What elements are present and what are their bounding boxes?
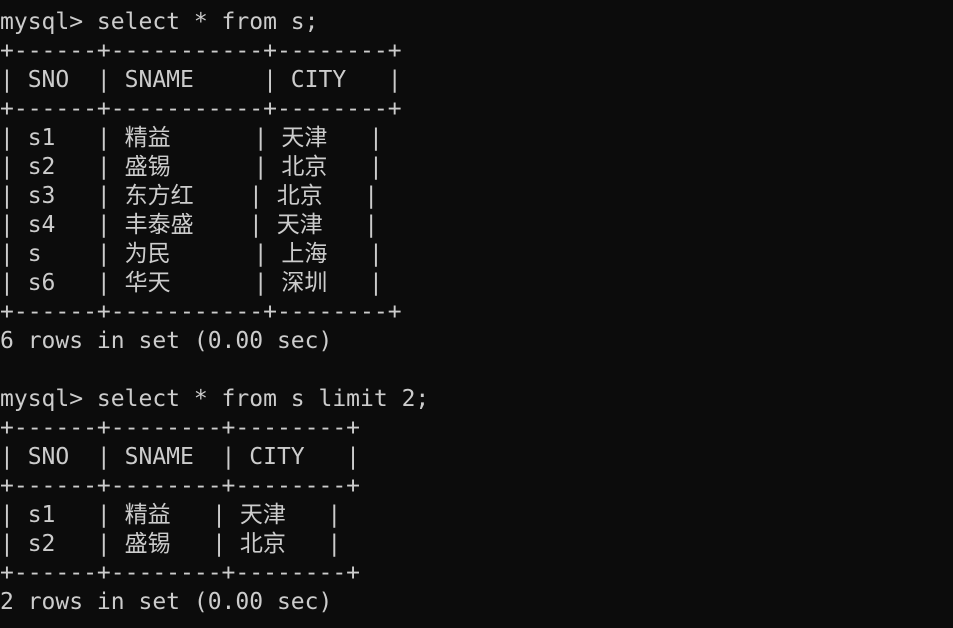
table-border-bottom: +------+--------+--------+: [0, 560, 361, 586]
command-line: mysql> select * from s;: [0, 9, 319, 35]
table-header: | SNO | SNAME | CITY |: [0, 444, 361, 470]
table-border-top: +------+-----------+--------+: [0, 38, 402, 64]
table-row: | s6 | 华天 | 深圳 |: [0, 270, 383, 296]
table-row: | s3 | 东方红 | 北京 |: [0, 183, 379, 209]
table-row: | s1 | 精益 | 天津 |: [0, 125, 383, 151]
table-row: | s2 | 盛锡 | 北京 |: [0, 531, 342, 557]
table-border-mid: +------+--------+--------+: [0, 473, 361, 499]
table-border-bottom: +------+-----------+--------+: [0, 299, 402, 325]
result-summary: 6 rows in set (0.00 sec): [0, 328, 333, 354]
result-summary: 2 rows in set (0.00 sec): [0, 589, 333, 615]
table-row: | s1 | 精益 | 天津 |: [0, 502, 342, 528]
table-border-mid: +------+-----------+--------+: [0, 96, 402, 122]
command-line: mysql> select * from s limit 2;: [0, 386, 430, 412]
table-row: | s | 为民 | 上海 |: [0, 241, 383, 267]
table-row: | s4 | 丰泰盛 | 天津 |: [0, 212, 379, 238]
table-row: | s2 | 盛锡 | 北京 |: [0, 154, 383, 180]
table-header: | SNO | SNAME | CITY |: [0, 67, 402, 93]
table-border-top: +------+--------+--------+: [0, 415, 361, 441]
terminal-window[interactable]: mysql> select * from s; +------+--------…: [0, 0, 953, 628]
